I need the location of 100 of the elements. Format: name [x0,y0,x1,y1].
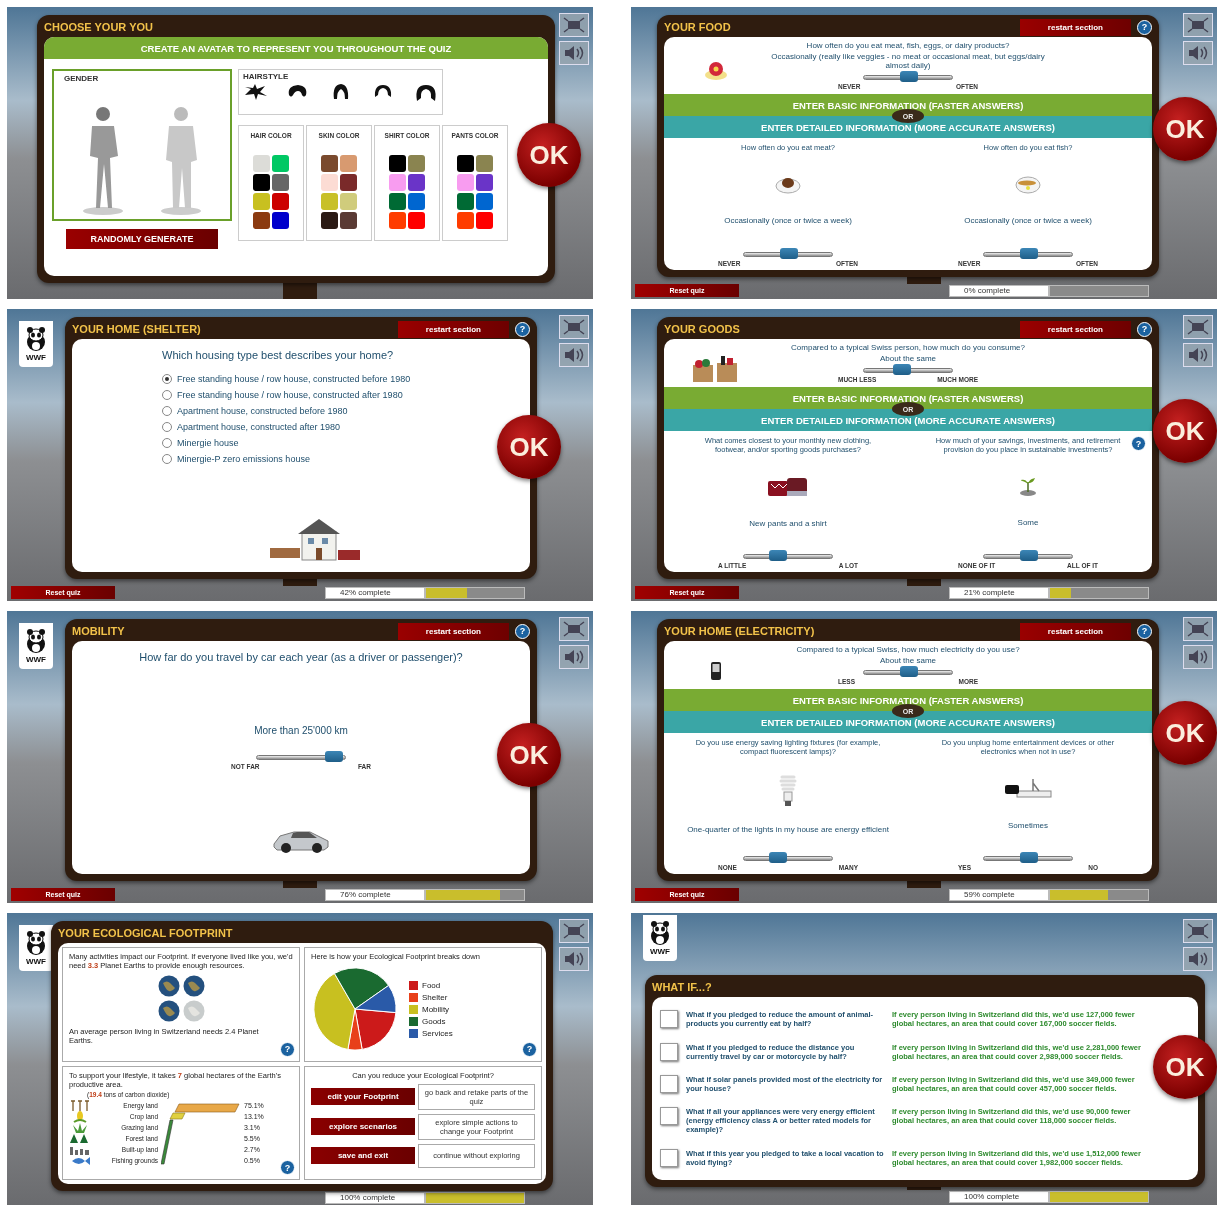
color-swatch[interactable] [321,174,338,191]
option-label[interactable]: Minergie-P zero emissions house [177,454,310,464]
sound-icon[interactable] [1183,947,1213,971]
color-swatch[interactable] [389,212,406,229]
slider-thumb[interactable] [769,550,788,561]
help-button[interactable]: ? [280,1041,295,1057]
radio-button[interactable] [162,374,172,384]
slider-thumb[interactable] [1020,248,1038,259]
color-swatch[interactable] [340,174,357,191]
color-swatch[interactable] [321,155,338,172]
color-swatch[interactable] [253,212,270,229]
checkbox[interactable] [660,1074,678,1093]
hairstyle-icon[interactable] [414,83,438,103]
color-swatch[interactable] [389,155,406,172]
action-button[interactable]: save and exit [311,1147,415,1164]
ok-button[interactable]: OK [1153,399,1217,463]
color-swatch[interactable] [476,212,493,229]
sound-icon[interactable] [1183,41,1213,65]
action-button[interactable]: explore scenarios [311,1118,415,1135]
restart-section-button[interactable]: restart section [1019,18,1131,36]
option-label[interactable]: Apartment house, constructed after 1980 [177,422,341,432]
color-swatch[interactable] [253,174,270,191]
checkbox[interactable] [660,1010,678,1029]
action-button[interactable]: edit your Footprint [311,1088,415,1105]
help-button[interactable]: ? [1137,623,1152,639]
slider-thumb[interactable] [892,364,911,375]
randomly-generate-button[interactable]: RANDOMLY GENERATE [66,229,218,249]
color-swatch[interactable] [272,155,289,172]
ok-button[interactable]: OK [497,723,561,787]
ok-button[interactable]: OK [497,415,561,479]
slider-thumb[interactable] [1020,851,1038,863]
help-button[interactable]: ? [515,623,530,639]
option-label[interactable]: Free standing house / row house, constructed after 1980 [177,390,403,400]
color-swatch[interactable] [408,174,425,191]
color-swatch[interactable] [476,193,493,210]
slider-thumb[interactable] [780,248,798,259]
fullscreen-icon[interactable] [559,919,589,943]
restart-section-button[interactable]: restart section [1019,320,1131,338]
color-swatch[interactable] [408,155,425,172]
slider-track[interactable] [983,855,1073,861]
color-swatch[interactable] [408,193,425,210]
color-swatch[interactable] [272,174,289,191]
fullscreen-icon[interactable] [1183,617,1213,641]
radio-button[interactable] [162,390,172,400]
color-swatch[interactable] [272,212,289,229]
restart-section-button[interactable]: restart section [1019,622,1131,640]
color-swatch[interactable] [253,193,270,210]
fullscreen-icon[interactable] [1183,919,1213,943]
sound-icon[interactable] [559,645,589,669]
slider-thumb[interactable] [325,751,344,762]
color-swatch[interactable] [340,155,357,172]
color-swatch[interactable] [476,174,493,191]
slider-thumb[interactable] [769,851,788,863]
fullscreen-icon[interactable] [559,315,589,339]
help-button[interactable]: ? [1131,436,1146,451]
checkbox[interactable] [660,1148,678,1167]
color-swatch[interactable] [340,212,357,229]
checkbox[interactable] [660,1107,678,1126]
color-swatch[interactable] [321,212,338,229]
restart-section-button[interactable]: restart section [397,320,509,338]
sound-icon[interactable] [1183,645,1213,669]
sound-icon[interactable] [559,41,589,65]
fullscreen-icon[interactable] [1183,13,1213,37]
option-label[interactable]: Minergie house [177,438,239,448]
color-swatch[interactable] [253,155,270,172]
fullscreen-icon[interactable] [1183,315,1213,339]
sound-icon[interactable] [559,343,589,367]
color-swatch[interactable] [389,193,406,210]
color-swatch[interactable] [457,174,474,191]
ok-button[interactable]: OK [1153,701,1217,765]
fullscreen-icon[interactable] [559,13,589,37]
color-swatch[interactable] [389,174,406,191]
help-button[interactable]: ? [522,1041,537,1057]
checkbox[interactable] [660,1042,678,1061]
slider-thumb[interactable] [900,71,918,82]
help-button[interactable]: ? [515,321,530,337]
radio-button[interactable] [162,438,172,448]
help-button[interactable]: ? [1137,19,1152,35]
ok-button[interactable]: OK [517,123,581,187]
color-swatch[interactable] [272,193,289,210]
option-label[interactable]: Apartment house, constructed before 1980 [177,406,348,416]
radio-button[interactable] [162,406,172,416]
help-button[interactable]: ? [280,1160,295,1175]
color-swatch[interactable] [457,193,474,210]
color-swatch[interactable] [321,193,338,210]
sound-icon[interactable] [559,947,589,971]
sound-icon[interactable] [1183,343,1213,367]
help-button[interactable]: ? [1137,321,1152,337]
ok-button[interactable]: OK [1153,97,1217,161]
color-swatch[interactable] [408,212,425,229]
color-swatch[interactable] [457,155,474,172]
slider-track[interactable] [743,855,833,861]
option-label[interactable]: Free standing house / row house, constructed before 1980 [177,374,411,384]
fullscreen-icon[interactable] [559,617,589,641]
color-swatch[interactable] [457,212,474,229]
restart-section-button[interactable]: restart section [397,622,509,640]
radio-button[interactable] [162,454,172,464]
radio-button[interactable] [162,422,172,432]
color-swatch[interactable] [340,193,357,210]
slider-thumb[interactable] [900,666,918,677]
